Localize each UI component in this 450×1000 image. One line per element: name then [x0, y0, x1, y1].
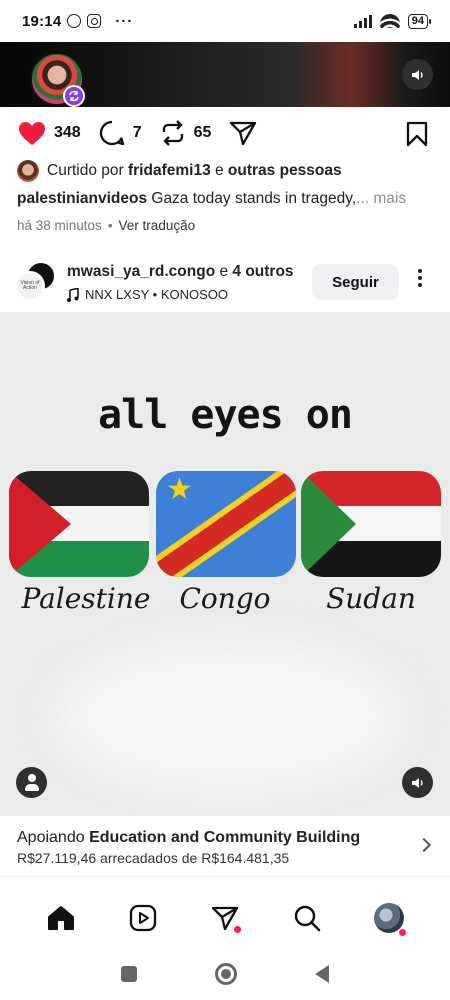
save-button[interactable]: [406, 121, 428, 152]
fundraiser-cause: Education and Community Building: [89, 829, 361, 846]
caption-username[interactable]: palestinianvideos: [17, 190, 147, 207]
recents-icon[interactable]: [121, 966, 137, 982]
instagram-notification-icon: [87, 14, 102, 28]
volume-icon[interactable]: [402, 767, 433, 798]
post-time: há 38 minutos: [17, 218, 102, 233]
follow-button[interactable]: Seguir: [312, 264, 399, 300]
status-right: 94: [353, 13, 432, 29]
post-caption: palestinianvideos Gaza today stands in t…: [17, 190, 437, 208]
post-action-row: 348 7 65: [0, 112, 450, 154]
other-authors[interactable]: 4 outros: [232, 263, 293, 280]
home-button-icon[interactable]: [215, 963, 237, 985]
music-note-icon: [67, 287, 79, 302]
background-glow: [60, 642, 400, 792]
search-icon: [294, 905, 321, 932]
comment-icon: [99, 120, 124, 146]
nav-home[interactable]: [39, 896, 83, 940]
home-icon: [48, 906, 74, 930]
authors-connector: e: [215, 263, 233, 280]
music-title: NNX LXSY • KONOSOO: [85, 287, 229, 302]
author-username[interactable]: mwasi_ya_rd.congo: [67, 263, 215, 280]
back-icon[interactable]: [315, 965, 329, 983]
volume-icon[interactable]: [402, 59, 433, 90]
bottom-navigation: [0, 888, 450, 948]
status-bar: 19:14 ··· 94: [0, 0, 450, 42]
send-icon: [230, 121, 257, 146]
like-count: 348: [54, 124, 81, 141]
liked-by-user[interactable]: fridafemi13: [128, 162, 211, 179]
heart-icon: [19, 121, 45, 145]
notification-dot: [234, 926, 241, 933]
facebook-notification-icon: [67, 14, 82, 28]
meta-separator: •: [107, 218, 113, 233]
liked-by-prefix: Curtido por: [47, 162, 128, 179]
fundraiser-amount: R$27.119,46 arrecadados de R$164.481,35: [17, 850, 290, 866]
liked-by-row[interactable]: Curtido por fridafemi13 e outras pessoas: [17, 160, 342, 182]
country-label: Sudan: [326, 582, 416, 615]
notification-dot: [399, 929, 406, 936]
nav-search[interactable]: [285, 896, 329, 940]
caption-text: Gaza today stands in tragedy,: [147, 190, 357, 207]
palestine-flag: [9, 471, 149, 577]
country-label: Congo: [179, 582, 271, 615]
status-left: 19:14 ···: [22, 13, 133, 30]
comment-button[interactable]: 7: [99, 120, 142, 146]
caption-more-link[interactable]: ... mais: [356, 190, 406, 207]
nav-direct[interactable]: [203, 896, 247, 940]
fundraiser-title: Apoiando Education and Community Buildin…: [17, 829, 360, 847]
congo-flag: ★: [156, 471, 296, 577]
coauthor-avatar[interactable]: Vision of Action: [15, 271, 45, 301]
liked-by-text: Curtido por fridafemi13 e outras pessoas: [47, 162, 342, 180]
profile-avatar: [374, 903, 404, 933]
liked-by-avatar: [17, 160, 39, 182]
liked-by-connector: e: [210, 162, 228, 179]
repost-count: 65: [193, 124, 212, 141]
share-button[interactable]: [229, 120, 257, 146]
tagged-users-icon[interactable]: [16, 767, 47, 798]
translate-link[interactable]: Ver tradução: [119, 218, 196, 233]
post-meta: há 38 minutos • Ver tradução: [17, 218, 195, 233]
chevron-right-icon: [416, 837, 432, 853]
country-label: Palestine: [21, 582, 151, 615]
nav-profile[interactable]: [367, 896, 411, 940]
more-notifications-icon: ···: [115, 12, 134, 30]
repost-badge-icon: [63, 85, 85, 107]
star-icon: ★: [166, 473, 193, 506]
reels-icon: [129, 904, 157, 932]
post-media[interactable]: all eyes on ★ Palestine Congo Sudan: [0, 312, 450, 815]
fundraiser-banner[interactable]: Apoiando Education and Community Buildin…: [0, 815, 450, 877]
liked-by-others[interactable]: outras pessoas: [228, 162, 342, 179]
post-authors[interactable]: mwasi_ya_rd.congo e 4 outros: [67, 263, 294, 281]
repost-button[interactable]: 65: [160, 120, 212, 146]
comment-count: 7: [132, 124, 142, 141]
nav-reels[interactable]: [121, 896, 165, 940]
signal-icon: [353, 14, 372, 28]
repost-icon: [162, 120, 183, 146]
like-button[interactable]: 348: [18, 121, 81, 146]
wifi-icon: [379, 14, 400, 28]
music-attribution[interactable]: NNX LXSY • KONOSOO: [67, 287, 228, 302]
bookmark-icon: [406, 121, 428, 147]
sudan-flag: [301, 471, 441, 577]
system-navigation: [0, 948, 450, 1000]
post-header: Vision of Action mwasi_ya_rd.congo e 4 o…: [0, 255, 450, 311]
status-time: 19:14: [22, 12, 62, 30]
more-options-icon[interactable]: [418, 269, 422, 287]
fundraiser-prefix: Apoiando: [17, 829, 90, 846]
battery-icon: 94: [407, 13, 432, 29]
coauthor-avatar-text: Vision of Action: [20, 280, 40, 291]
media-headline: all eyes on: [98, 392, 353, 438]
